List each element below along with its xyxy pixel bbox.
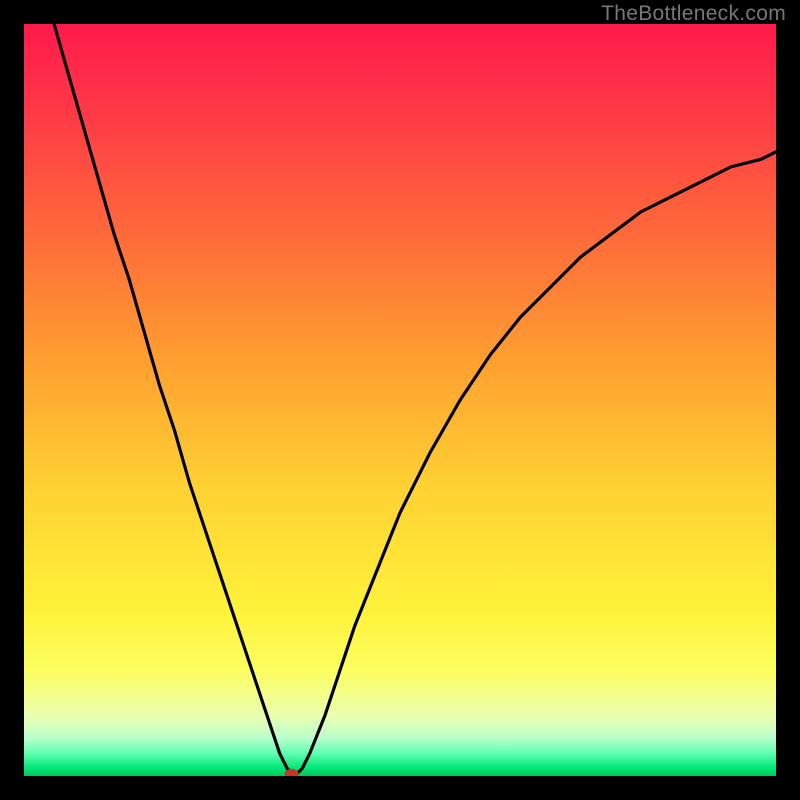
watermark-text: TheBottleneck.com [601, 2, 786, 26]
curve-path [54, 24, 776, 776]
bottleneck-curve [24, 24, 776, 776]
chart-plot-area [24, 24, 776, 776]
chart-frame: TheBottleneck.com [0, 0, 800, 800]
